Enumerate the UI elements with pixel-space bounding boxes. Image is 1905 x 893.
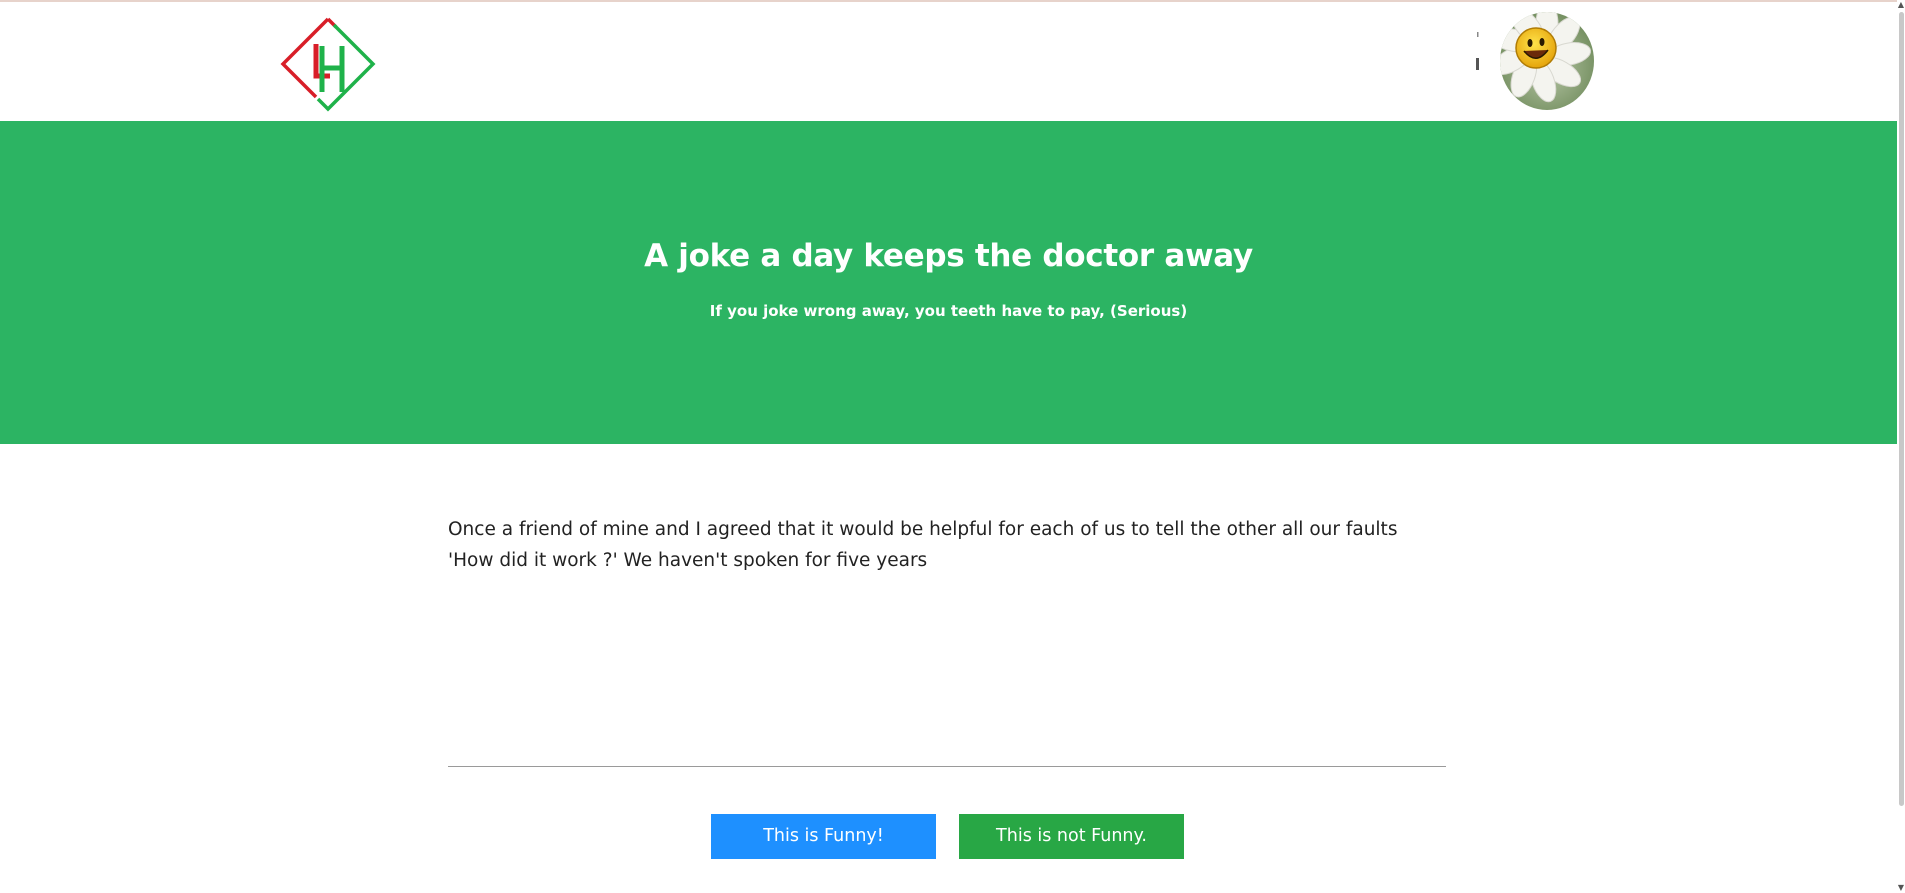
smiling-daisy-icon: [1500, 12, 1594, 110]
hero-banner: A joke a day keeps the doctor away If yo…: [0, 121, 1897, 444]
scroll-up-arrow-icon[interactable]: ▲: [1897, 0, 1905, 10]
vertical-scrollbar[interactable]: ▲ ▼: [1897, 0, 1905, 893]
user-avatar[interactable]: [1500, 12, 1594, 110]
joke-text: Once a friend of mine and I agreed that …: [448, 519, 1398, 571]
not-funny-button[interactable]: This is not Funny.: [959, 814, 1184, 859]
hero-title: A joke a day keeps the doctor away: [644, 238, 1253, 274]
site-header: [0, 2, 1897, 121]
scroll-down-arrow-icon[interactable]: ▼: [1897, 883, 1905, 893]
scrollbar-thumb[interactable]: [1899, 12, 1904, 806]
hero-subtitle: If you joke wrong away, you teeth have t…: [709, 302, 1188, 320]
text-fragment-icon: [1476, 32, 1479, 70]
funny-button[interactable]: This is Funny!: [711, 814, 936, 859]
content-divider: [448, 766, 1446, 767]
lh-logo-icon[interactable]: [280, 16, 376, 112]
